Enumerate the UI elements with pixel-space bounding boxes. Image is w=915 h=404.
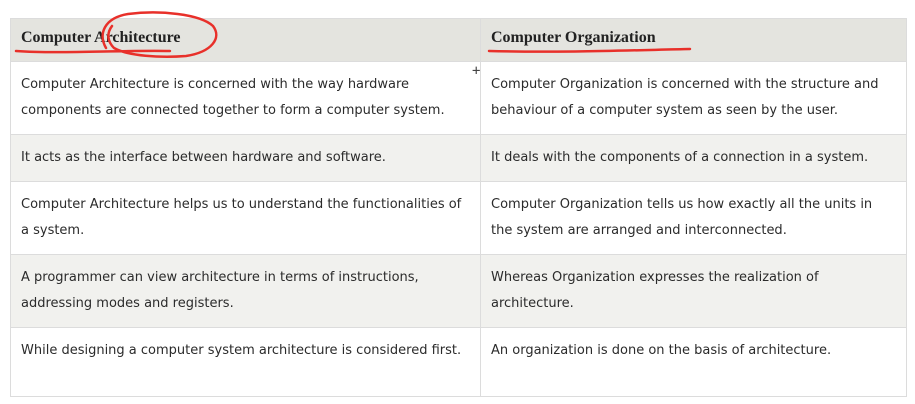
cell-organization: Whereas Organization expresses the reali…	[480, 254, 907, 328]
cell-organization: Computer Organization is concerned with …	[480, 61, 907, 135]
cell-architecture: A programmer can view architecture in te…	[10, 254, 481, 328]
header-computer-organization: Computer Organization	[480, 18, 907, 62]
table-row: While designing a computer system archit…	[10, 327, 907, 397]
table-row: Computer Architecture is concerned with …	[10, 61, 907, 135]
cell-architecture: It acts as the interface between hardwar…	[10, 134, 481, 182]
cell-organization: An organization is done on the basis of …	[480, 327, 907, 397]
table-row: A programmer can view architecture in te…	[10, 254, 907, 328]
cell-architecture: While designing a computer system archit…	[10, 327, 481, 397]
cell-organization: Computer Organization tells us how exact…	[480, 181, 907, 255]
comparison-table: Computer Architecture Computer Organizat…	[10, 18, 907, 397]
table-row: It acts as the interface between hardwar…	[10, 134, 907, 182]
table-header-row: Computer Architecture Computer Organizat…	[10, 18, 907, 62]
table-row: Computer Architecture helps us to unders…	[10, 181, 907, 255]
cell-architecture: Computer Architecture is concerned with …	[10, 61, 481, 135]
header-computer-architecture: Computer Architecture	[10, 18, 481, 62]
crosshair-cursor-icon: +	[472, 63, 481, 79]
cell-architecture: Computer Architecture helps us to unders…	[10, 181, 481, 255]
cell-organization: It deals with the components of a connec…	[480, 134, 907, 182]
